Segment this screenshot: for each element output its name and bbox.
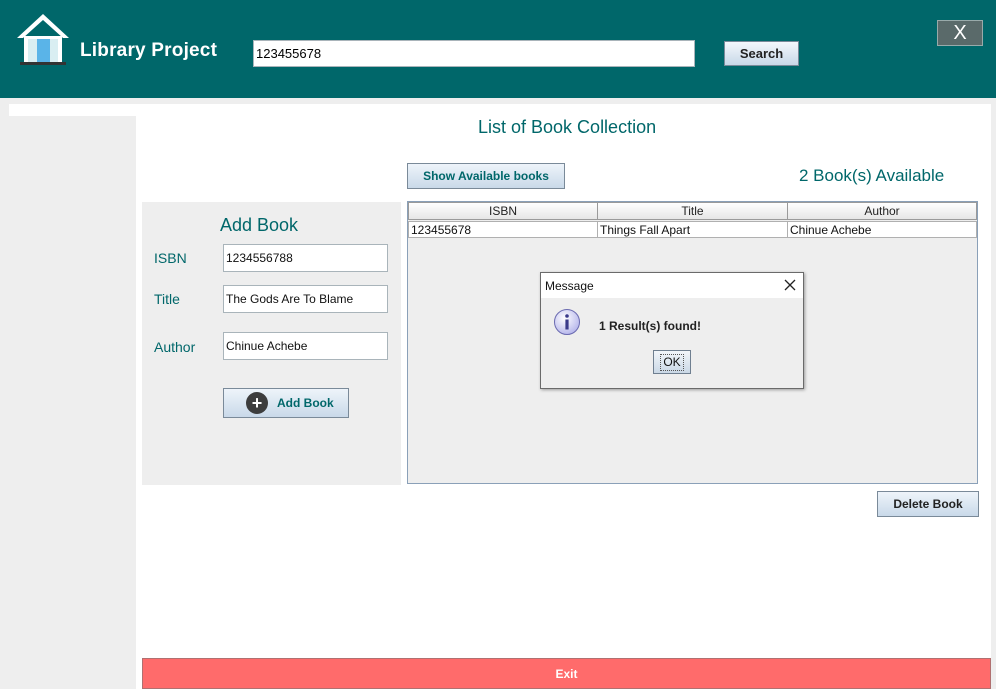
dialog-titlebar: Message <box>541 273 803 298</box>
title-label: Title <box>154 291 180 307</box>
isbn-field[interactable]: 1234556788 <box>223 244 388 272</box>
plus-circle-icon: + <box>246 392 268 414</box>
info-icon <box>553 308 580 335</box>
show-available-button[interactable]: Show Available books <box>407 163 565 189</box>
list-heading: List of Book Collection <box>478 117 657 137</box>
add-book-button-label: Add Book <box>277 396 334 410</box>
author-field[interactable]: Chinue Achebe <box>223 332 388 360</box>
left-sidebar <box>9 116 136 689</box>
search-input[interactable] <box>253 40 695 67</box>
table-cell-author[interactable]: Chinue Achebe <box>787 221 977 238</box>
app-title: Library Project <box>80 40 218 61</box>
add-book-button[interactable]: + Add Book <box>223 388 349 418</box>
dialog-title: Message <box>545 279 594 293</box>
ok-button-label: OK <box>660 353 684 371</box>
available-count: 2 Book(s) Available <box>799 166 945 185</box>
dialog-message: 1 Result(s) found! <box>599 319 701 333</box>
add-book-heading: Add Book <box>220 215 299 235</box>
column-header-title[interactable]: Title <box>597 202 788 220</box>
close-icon[interactable] <box>781 276 799 294</box>
right-gutter <box>991 98 996 689</box>
search-button[interactable]: Search <box>724 41 799 66</box>
close-app-button[interactable]: X <box>937 20 983 46</box>
table-cell-title[interactable]: Things Fall Apart <box>597 221 788 238</box>
left-gutter <box>0 98 9 689</box>
title-field[interactable]: The Gods Are To Blame <box>223 285 388 313</box>
table-cell-isbn[interactable]: 123455678 <box>408 221 598 238</box>
column-header-author[interactable]: Author <box>787 202 977 220</box>
ok-button[interactable]: OK <box>653 350 691 374</box>
app-header: Library Project Search X <box>0 0 996 98</box>
exit-button[interactable]: Exit <box>142 658 991 689</box>
house-icon <box>14 12 72 66</box>
author-label: Author <box>154 339 196 355</box>
column-header-isbn[interactable]: ISBN <box>408 202 598 220</box>
delete-book-button[interactable]: Delete Book <box>877 491 979 517</box>
isbn-label: ISBN <box>154 250 187 266</box>
message-dialog: Message 1 Result(s) found! OK <box>540 272 804 389</box>
